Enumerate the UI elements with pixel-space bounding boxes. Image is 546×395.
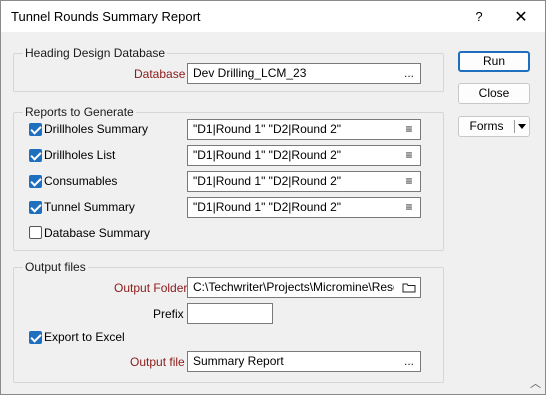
output-file-value: Summary Report [193, 354, 284, 368]
tunnel-summary-value: "D1|Round 1" "D2|Round 2" [193, 200, 342, 214]
consumables-value: "D1|Round 1" "D2|Round 2" [193, 174, 342, 188]
dialog-window: Tunnel Rounds Summary Report ? ✕ Heading… [0, 0, 546, 395]
database-summary-label: Database Summary [44, 226, 151, 240]
list-icon[interactable]: ≡ [398, 146, 420, 165]
prefix-field[interactable] [187, 303, 273, 324]
database-browse-button[interactable]: ... [398, 64, 420, 83]
close-icon[interactable]: ✕ [501, 1, 541, 32]
output-file-label: Output file [130, 355, 185, 369]
database-field[interactable]: Dev Drilling_LCM_23 ... [187, 63, 421, 84]
drillholes-list-value: "D1|Round 1" "D2|Round 2" [193, 148, 342, 162]
list-icon[interactable]: ≡ [398, 172, 420, 191]
group-title-output-files: Output files [23, 260, 88, 274]
forms-button[interactable]: Forms [458, 116, 530, 137]
window-title: Tunnel Rounds Summary Report [11, 9, 201, 24]
drillholes-summary-label: Drillholes Summary [44, 122, 149, 136]
consumables-checkbox[interactable] [29, 175, 42, 188]
list-icon[interactable]: ≡ [398, 120, 420, 139]
title-bar: Tunnel Rounds Summary Report ? ✕ [1, 1, 545, 32]
drillholes-list-checkbox[interactable] [29, 149, 42, 162]
group-title-heading-design-database: Heading Design Database [23, 46, 168, 60]
drillholes-summary-field[interactable]: "D1|Round 1" "D2|Round 2" ≡ [187, 119, 421, 140]
drillholes-summary-value: "D1|Round 1" "D2|Round 2" [193, 122, 342, 136]
drillholes-list-label: Drillholes List [44, 148, 116, 162]
list-icon[interactable]: ≡ [398, 198, 420, 217]
group-title-reports-to-generate: Reports to Generate [23, 105, 136, 119]
tunnel-summary-label: Tunnel Summary [44, 200, 135, 214]
chevron-up-icon[interactable]: ︿ [530, 375, 541, 391]
output-folder-field[interactable]: C:\Techwriter\Projects\Micromine\Resourc… [187, 277, 421, 298]
drillholes-summary-checkbox[interactable] [29, 123, 42, 136]
forms-label: Forms [469, 119, 504, 133]
database-label: Database [134, 67, 186, 81]
database-value: Dev Drilling_LCM_23 [193, 66, 307, 80]
export-to-excel-checkbox[interactable] [29, 331, 42, 344]
prefix-label: Prefix [153, 307, 184, 321]
chevron-down-icon[interactable] [515, 117, 529, 136]
database-summary-checkbox[interactable] [29, 226, 42, 239]
consumables-label: Consumables [44, 174, 118, 188]
folder-icon[interactable] [398, 278, 420, 297]
output-file-browse-button[interactable]: ... [398, 352, 420, 371]
drillholes-list-field[interactable]: "D1|Round 1" "D2|Round 2" ≡ [187, 145, 421, 166]
help-button[interactable]: ? [459, 1, 499, 32]
run-button[interactable]: Run [458, 51, 530, 72]
close-button[interactable]: Close [458, 83, 530, 104]
output-folder-value: C:\Techwriter\Projects\Micromine\Resourc… [193, 280, 394, 294]
tunnel-summary-checkbox[interactable] [29, 201, 42, 214]
output-folder-label: Output Folder [114, 281, 188, 295]
tunnel-summary-field[interactable]: "D1|Round 1" "D2|Round 2" ≡ [187, 197, 421, 218]
export-to-excel-label: Export to Excel [44, 330, 125, 344]
consumables-field[interactable]: "D1|Round 1" "D2|Round 2" ≡ [187, 171, 421, 192]
output-file-field[interactable]: Summary Report ... [187, 351, 421, 372]
